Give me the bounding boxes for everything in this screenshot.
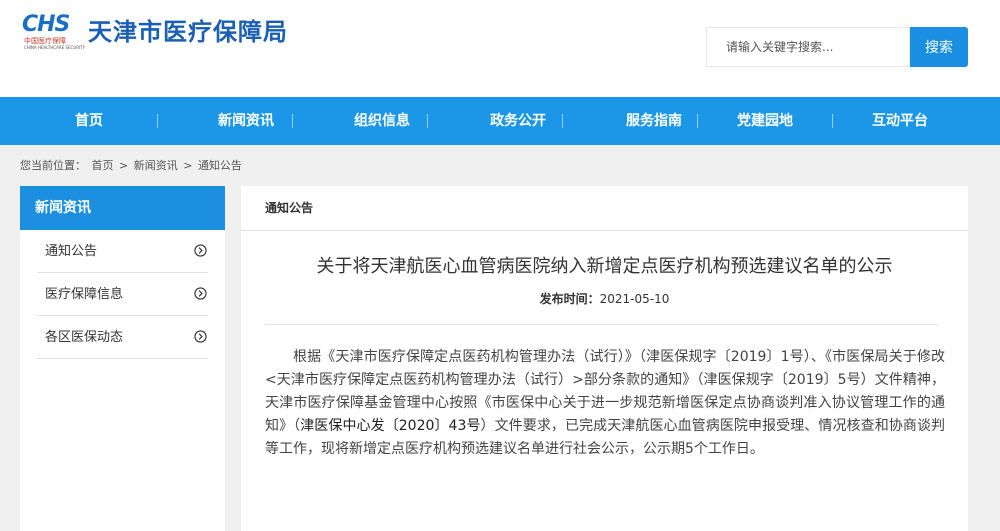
nav-item-party-building[interactable]: 党建园地 (700, 97, 830, 145)
nav-divider (562, 114, 563, 128)
nav-item-interaction[interactable]: 互动平台 (832, 97, 968, 145)
sidebar-item-label: 通知公告 (45, 244, 98, 259)
logo-mark: CHS (22, 12, 70, 37)
search-input[interactable] (706, 27, 910, 67)
nav-divider (697, 114, 698, 128)
nav-divider (157, 114, 158, 128)
sidebar-item-label: 各区医保动态 (45, 330, 124, 345)
sidebar: 新闻资讯 通知公告 医疗保障信息 各区医保动态 (20, 186, 225, 531)
sidebar-divider (37, 358, 208, 359)
article-paragraph: 根据《天津市医疗保障定点医药机构管理办法（试行）》（津医保规字〔2019〕1号）… (265, 346, 945, 461)
breadcrumb-separator: > (119, 159, 129, 172)
breadcrumb-prefix: 您当前位置： (20, 159, 86, 172)
nav-divider (292, 114, 293, 128)
sidebar-item-district-news[interactable]: 各区医保动态 (20, 316, 225, 359)
breadcrumb-home[interactable]: 首页 (92, 159, 114, 172)
section-tab: 通知公告 (265, 201, 314, 215)
breadcrumb-news[interactable]: 新闻资讯 (134, 159, 178, 172)
breadcrumb-separator: > (183, 159, 193, 172)
sidebar-item-notices[interactable]: 通知公告 (20, 230, 225, 273)
publish-date-value: 2021-05-10 (599, 292, 670, 306)
logo-english-text: CHINA HEALTHCARE SECURITY (24, 45, 86, 50)
nav-item-government-affairs[interactable]: 政务公开 (450, 97, 586, 145)
nav-item-home[interactable]: 首页 (0, 97, 178, 145)
main-content: 通知公告 关于将天津航医心血管病医院纳入新增定点医疗机构预选建议名单的公示 发布… (241, 186, 968, 531)
publish-date: 发布时间：2021-05-10 (241, 290, 968, 308)
main-nav: 首页 新闻资讯 组织信息 政务公开 服务指南 党建园地 互动平台 (0, 97, 1000, 145)
breadcrumb-notices[interactable]: 通知公告 (198, 159, 242, 172)
sidebar-title: 新闻资讯 (20, 186, 225, 230)
site-logo[interactable]: CHS 中国医疗保障 CHINA HEALTHCARE SECURITY (22, 12, 85, 51)
search-button[interactable]: 搜索 (910, 27, 968, 67)
publish-date-label: 发布时间： (539, 292, 600, 306)
chevron-right-circle-icon (194, 244, 207, 257)
chevron-right-circle-icon (194, 287, 207, 300)
nav-divider (427, 114, 428, 128)
chevron-right-circle-icon (194, 330, 207, 343)
site-title: 天津市医疗保障局 (88, 18, 288, 46)
title-divider (265, 324, 939, 325)
article-title: 关于将天津航医心血管病医院纳入新增定点医疗机构预选建议名单的公示 (316, 256, 893, 277)
logo-chinese-text: 中国医疗保障 (24, 37, 66, 45)
breadcrumb: 您当前位置： 首页 > 新闻资讯 > 通知公告 (20, 158, 244, 174)
sidebar-item-medical-security-info[interactable]: 医疗保障信息 (20, 273, 225, 316)
nav-item-organization[interactable]: 组织信息 (314, 97, 450, 145)
sidebar-item-label: 医疗保障信息 (45, 287, 124, 302)
section-divider (241, 230, 968, 231)
nav-item-news[interactable]: 新闻资讯 (178, 97, 314, 145)
article-body: 根据《天津市医疗保障定点医药机构管理办法（试行）》（津医保规字〔2019〕1号）… (265, 346, 945, 461)
document-number: 津医保中心发〔2020〕43号 (300, 418, 481, 434)
site-header: CHS 中国医疗保障 CHINA HEALTHCARE SECURITY 天津市… (0, 0, 1000, 97)
